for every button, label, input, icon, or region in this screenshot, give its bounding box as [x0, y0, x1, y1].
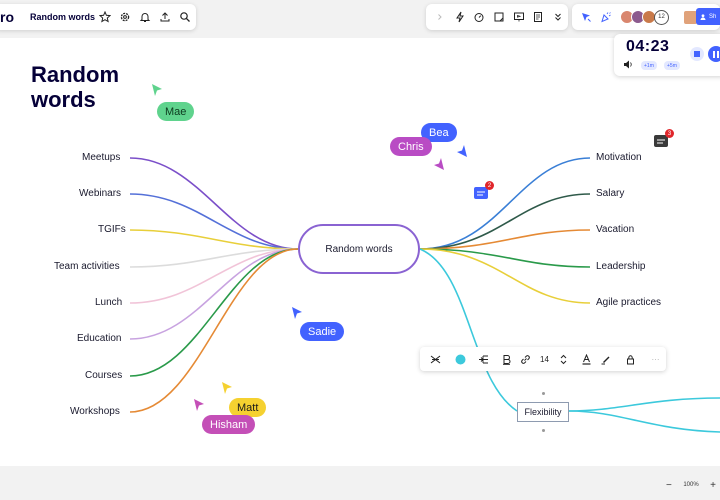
mindmap-node[interactable]: Workshops: [70, 406, 120, 417]
cursor-bea-icon: [457, 145, 467, 157]
zoom-in-button[interactable]: +: [710, 480, 716, 491]
zoom-controls: − 100% +: [666, 476, 720, 494]
lock-icon[interactable]: [621, 349, 640, 369]
comment-lines-icon: [477, 191, 485, 195]
font-size-stepper-icon[interactable]: [554, 349, 573, 369]
bold-icon[interactable]: [497, 349, 516, 369]
connector-left-0: [129, 157, 299, 250]
comment-count-badge: 2: [485, 181, 494, 190]
cursor-label-hisham: Hisham: [202, 415, 256, 434]
link-icon[interactable]: [516, 349, 535, 369]
mindmap-root-node[interactable]: Random words: [298, 224, 420, 274]
mindmap-node[interactable]: Team activities: [54, 261, 120, 272]
selected-node-label: Flexibility: [524, 407, 562, 417]
cursor-sadie-icon: [292, 307, 302, 319]
connector-flex-child: [568, 410, 720, 433]
highlighter-icon[interactable]: [596, 349, 615, 369]
mindmap-node[interactable]: Courses: [85, 370, 122, 381]
mindmap-node[interactable]: Vacation: [596, 224, 634, 235]
color-swatch-icon: [455, 354, 466, 364]
comment-lines-icon: [657, 139, 665, 143]
zoom-level[interactable]: 100%: [683, 482, 698, 488]
connector-flex-child: [568, 397, 720, 412]
resize-handle[interactable]: [542, 429, 545, 432]
root-label: Random words: [325, 243, 393, 255]
mindmap-node[interactable]: Lunch: [95, 297, 122, 308]
cursor-label-sadie: Sadie: [300, 322, 345, 341]
resize-handle[interactable]: [542, 392, 545, 395]
cursor-label-mae: Mae: [157, 102, 195, 121]
cursor-chris-icon: [434, 158, 444, 170]
more-options[interactable]: ···: [646, 349, 665, 369]
cursor-hisham-icon: [194, 399, 204, 411]
connector-left-5: [129, 248, 299, 340]
selected-mindmap-node[interactable]: Flexibility: [517, 402, 569, 422]
text-color-icon[interactable]: [577, 349, 596, 369]
mindmap-node[interactable]: Education: [77, 333, 121, 344]
connector-left-6: [129, 248, 299, 377]
cursor-matt-icon: [222, 382, 232, 394]
branch-layout-icon[interactable]: [474, 349, 493, 369]
mindmap-node[interactable]: Agile practices: [596, 297, 661, 308]
format-toolbar: 14 ···: [420, 347, 666, 371]
connector-left-7: [129, 248, 299, 413]
zoom-out-button[interactable]: −: [666, 480, 672, 491]
comment-count-badge: 3: [665, 129, 674, 138]
mindmap-node[interactable]: Meetups: [82, 152, 120, 163]
mindmap-node[interactable]: TGIFs: [98, 224, 126, 235]
font-size-value[interactable]: 14: [535, 349, 554, 369]
color-picker[interactable]: [451, 349, 470, 369]
connector-right-0: [419, 157, 591, 250]
mindmap-node[interactable]: Webinars: [79, 188, 121, 199]
mindmap-node[interactable]: Leadership: [596, 261, 645, 272]
cursor-label-chris: Chris: [390, 137, 432, 156]
mindmap-node[interactable]: Salary: [596, 188, 624, 199]
mindmap-node[interactable]: Motivation: [596, 152, 642, 163]
cursor-mae-icon: [152, 84, 162, 96]
layout-icon[interactable]: [426, 349, 445, 369]
